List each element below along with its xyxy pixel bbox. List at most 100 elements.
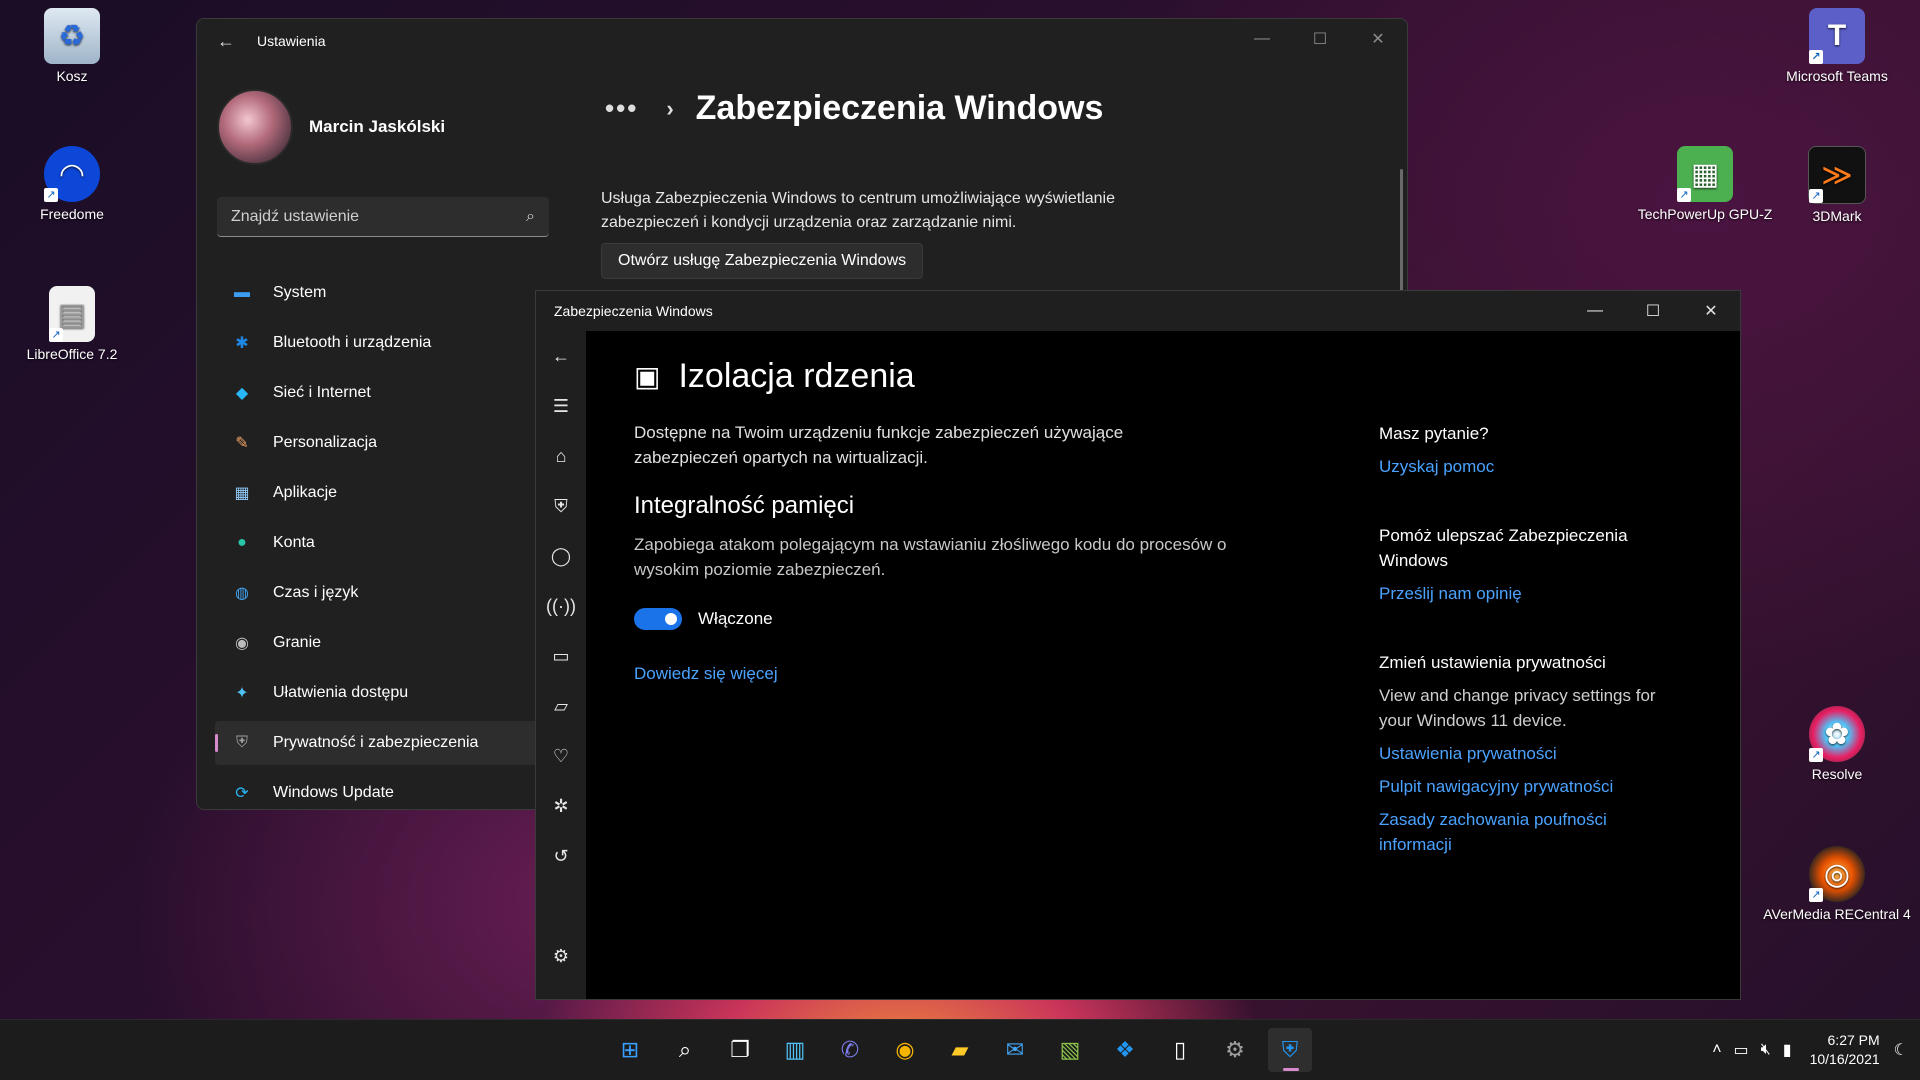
shield-icon: ⛨ xyxy=(235,734,248,751)
privacy-statement-link[interactable]: Zasady zachowania poufności informacji xyxy=(1379,807,1679,857)
open-windows-security-button[interactable]: Otwórz usługę Zabezpieczenia Windows xyxy=(601,243,924,279)
desktop-icon-libreoffice[interactable]: ▤ ↗ LibreOffice 7.2 xyxy=(17,286,127,362)
gamepad-icon: ◉ xyxy=(235,635,249,652)
system-tray: ˄ ▭ 🔇︎ ▮ 6:27 PM 10/16/2021 ☾ xyxy=(1700,1020,1908,1080)
maximize-button[interactable]: ☐ xyxy=(1291,19,1349,59)
memory-integrity-toggle[interactable] xyxy=(634,608,682,630)
sidebar-item-privacy-security[interactable]: ⛨ Prywatność i zabezpieczenia xyxy=(215,721,551,765)
notepad-icon[interactable]: ▯ xyxy=(1158,1028,1202,1072)
shield-icon[interactable]: ⛨ xyxy=(536,481,586,531)
page-title: Izolacja rdzenia xyxy=(678,357,915,395)
sidebar-item-accounts[interactable]: ● Konta xyxy=(215,521,551,565)
sidebar-item-bluetooth[interactable]: ✱ Bluetooth i urządzenia xyxy=(215,321,551,365)
sidebar-item-gaming[interactable]: ◉ Granie xyxy=(215,621,551,665)
sidebar-item-label: Granie xyxy=(273,634,322,651)
chat-icon[interactable]: ✆ xyxy=(828,1028,872,1072)
sidebar-item-system[interactable]: ▬ System xyxy=(215,271,551,315)
feedback-link[interactable]: Prześlij nam opinię xyxy=(1379,581,1679,606)
sidebar-item-personalization[interactable]: ✎ Personalizacja xyxy=(215,421,551,465)
sidebar-item-network[interactable]: ◆ Sieć i Internet xyxy=(215,371,551,415)
dropbox-icon[interactable]: ❖ xyxy=(1103,1028,1147,1072)
history-icon[interactable]: ↺ xyxy=(536,831,586,881)
sidebar-item-label: Bluetooth i urządzenia xyxy=(273,334,432,351)
sidebar-item-label: Sieć i Internet xyxy=(273,384,371,401)
settings-icon[interactable]: ⚙ xyxy=(1213,1028,1257,1072)
task-view-icon[interactable]: ❐ xyxy=(718,1028,762,1072)
family-icon[interactable]: ✲ xyxy=(536,781,586,831)
shortcut-arrow-icon: ↗ xyxy=(1809,748,1823,762)
user-profile[interactable]: Marcin Jaskólski xyxy=(217,89,445,165)
mail-icon[interactable]: ✉ xyxy=(993,1028,1037,1072)
desktop-icon-recycle-bin[interactable]: ♻ Kosz xyxy=(17,8,127,84)
avatar xyxy=(217,89,293,165)
minimize-button[interactable]: — xyxy=(1566,291,1624,331)
gpu-z-icon: ▦ ↗ xyxy=(1677,146,1733,202)
chevron-up-icon[interactable]: ˄ xyxy=(1712,1041,1721,1059)
desktop-icon-gpu-z[interactable]: ▦ ↗ TechPowerUp GPU-Z xyxy=(1635,146,1775,222)
learn-more-link[interactable]: Dowiedz się więcej xyxy=(634,664,1274,684)
get-help-link[interactable]: Uzyskaj pomoc xyxy=(1379,454,1679,479)
laptop-icon[interactable]: ▱ xyxy=(536,681,586,731)
maximize-button[interactable]: ☐ xyxy=(1624,291,1682,331)
network-icon[interactable]: ▭ xyxy=(1734,1040,1749,1060)
clock[interactable]: 6:27 PM 10/16/2021 xyxy=(1810,1031,1880,1069)
section-description: Zapobiega atakom polegającym na wstawian… xyxy=(634,535,1227,579)
file-explorer-icon[interactable]: ▰ xyxy=(938,1028,982,1072)
menu-icon[interactable]: ☰ xyxy=(536,381,586,431)
taskbar-apps: ⊞ ⌕ ❐ ▥ ✆ ◉ ▰ ✉ ▧ ❖ ▯ ⚙ ⛨ xyxy=(608,1028,1323,1072)
widgets-icon[interactable]: ▥ xyxy=(773,1028,817,1072)
recycle-bin-icon: ♻ xyxy=(44,8,100,64)
sidebar-item-label: System xyxy=(273,284,327,301)
app-browser-icon[interactable]: ▭ xyxy=(536,631,586,681)
search-icon[interactable]: ⌕ xyxy=(526,208,535,226)
update-icon: ⟳ xyxy=(235,785,249,802)
sidebar-item-label: Prywatność i zabezpieczenia xyxy=(273,734,479,751)
sidebar-item-accessibility[interactable]: ✦ Ułatwienia dostępu xyxy=(215,671,551,715)
minimize-button[interactable]: — xyxy=(1233,19,1291,59)
desktop-icon-freedome[interactable]: ◠ ↗ Freedome xyxy=(17,146,127,222)
battery-icon[interactable]: ▮ xyxy=(1783,1040,1792,1060)
home-icon[interactable]: ⌂ xyxy=(536,431,586,481)
page-description: Dostępne na Twoim urządzeniu funkcje zab… xyxy=(634,423,1124,467)
desktop-icon-recentral[interactable]: ◎ ↗ AVerMedia RECentral 4 xyxy=(1762,846,1912,922)
memory-integrity-toggle-row: Włączone xyxy=(634,608,1274,630)
close-button[interactable]: ✕ xyxy=(1682,291,1740,331)
bluetooth-icon: ✱ xyxy=(235,335,249,352)
page-description: Usługa Zabezpieczenia Windows to centrum… xyxy=(601,190,1115,231)
taskbar: ⊞ ⌕ ❐ ▥ ✆ ◉ ▰ ✉ ▧ ❖ ▯ ⚙ ⛨ ˄ ▭ 🔇︎ ▮ 6:27 … xyxy=(0,1019,1920,1080)
window-title: Ustawienia xyxy=(257,33,326,49)
desktop-icon-label: Kosz xyxy=(56,68,88,84)
section-title: Integralność pamięci xyxy=(634,492,855,519)
sidebar-item-time-language[interactable]: ◍ Czas i język xyxy=(215,571,551,615)
close-button[interactable]: ✕ xyxy=(1349,19,1407,59)
shortcut-arrow-icon: ↗ xyxy=(44,188,58,202)
desktop-icon-3dmark[interactable]: ≫ ↗ 3DMark xyxy=(1782,146,1892,224)
privacy-settings-link[interactable]: Ustawienia prywatności xyxy=(1379,741,1679,766)
breadcrumb-more-button[interactable]: ••• xyxy=(605,93,638,124)
scrollbar[interactable] xyxy=(1400,169,1403,309)
shortcut-arrow-icon: ↗ xyxy=(1809,189,1823,203)
volume-muted-icon[interactable]: 🔇︎ xyxy=(1761,1041,1771,1059)
sidebar-item-windows-update[interactable]: ⟳ Windows Update xyxy=(215,771,551,809)
wireless-icon[interactable]: ((·)) xyxy=(536,581,586,631)
privacy-dashboard-link[interactable]: Pulpit nawigacyjny prywatności xyxy=(1379,774,1679,799)
search-input[interactable]: Znajdź ustawienie ⌕ xyxy=(217,197,549,237)
privacy-title: Zmień ustawienia prywatności xyxy=(1379,653,1606,672)
sidebar-item-apps[interactable]: ▦ Aplikacje xyxy=(215,471,551,515)
color-app-icon[interactable]: ▧ xyxy=(1048,1028,1092,1072)
desktop-icon-resolve[interactable]: ✿ ↗ Resolve xyxy=(1782,706,1892,782)
chrome-icon[interactable]: ◉ xyxy=(883,1028,927,1072)
person-icon[interactable]: ◯ xyxy=(536,531,586,581)
focus-assist-icon[interactable]: ☾ xyxy=(1894,1040,1908,1060)
search-icon[interactable]: ⌕ xyxy=(663,1028,707,1072)
health-icon[interactable]: ♡ xyxy=(536,731,586,781)
start-icon[interactable]: ⊞ xyxy=(608,1028,652,1072)
windows-security-icon[interactable]: ⛨ xyxy=(1268,1028,1312,1072)
back-icon[interactable]: ← xyxy=(536,331,586,381)
desktop-icon-teams[interactable]: T ↗ Microsoft Teams xyxy=(1782,8,1892,84)
back-arrow-icon[interactable]: ← xyxy=(217,31,235,52)
gear-icon[interactable]: ⚙ xyxy=(536,931,586,981)
globe-icon: ◍ xyxy=(235,585,249,602)
page-title-row: ▣ Izolacja rdzenia xyxy=(634,357,1274,396)
sidebar-item-label: Czas i język xyxy=(273,584,359,601)
